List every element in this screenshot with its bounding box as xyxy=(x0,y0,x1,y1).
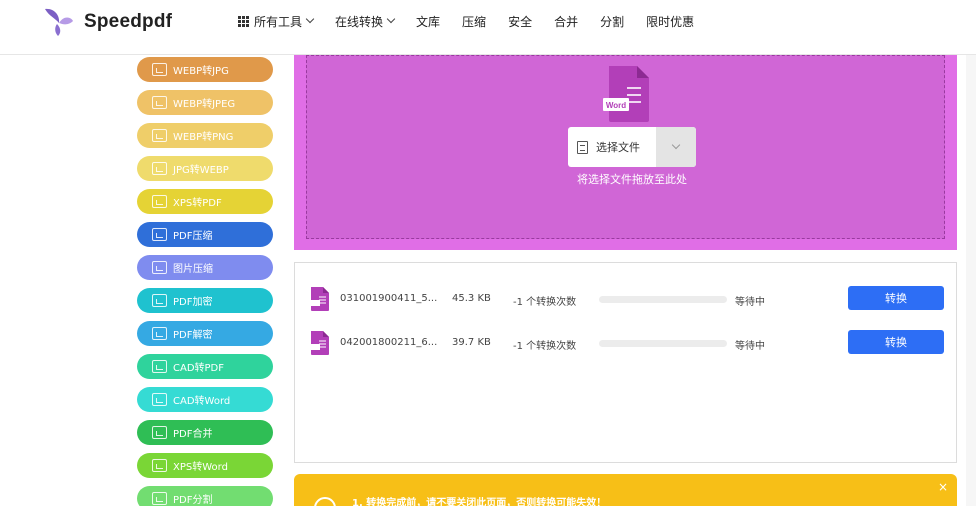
progress-bar xyxy=(599,296,727,303)
sidebar-item-11[interactable]: CAD转Word xyxy=(137,387,273,412)
sidebar-item-label: CAD转PDF xyxy=(173,363,225,374)
conversion-count: -1 个转换次数 xyxy=(513,341,577,352)
sidebar-item-8[interactable]: PDF加密 xyxy=(137,288,273,313)
logo[interactable]: Speedpdf xyxy=(40,6,172,38)
file-icon xyxy=(577,140,588,154)
sidebar-item-13[interactable]: XPS转Word xyxy=(137,453,273,478)
drop-hint: 将选择文件拖放至此处 xyxy=(577,173,687,186)
tool-icon xyxy=(152,492,167,505)
select-file-main[interactable]: 选择文件 xyxy=(568,127,656,167)
file-list: 031001900411_5... 45.3 KB -1 个转换次数 等待中 转换 042… xyxy=(294,262,957,463)
tool-icon xyxy=(152,96,167,109)
nav-item-label: 压缩 xyxy=(462,14,487,29)
file-row: 031001900411_5... 45.3 KB -1 个转换次数 等待中 转换 xyxy=(295,284,956,314)
tool-icon xyxy=(152,360,167,373)
sidebar-item-12[interactable]: PDF合并 xyxy=(137,420,273,445)
notice-banner: 1. 转换完成前，请不要关闭此页面，否则转换可能失效！ × xyxy=(294,474,957,506)
nav-item-4[interactable]: 安全 xyxy=(508,12,532,30)
sidebar-item-label: PDF合并 xyxy=(173,429,213,440)
convert-button[interactable]: 转换 xyxy=(848,330,944,354)
sidebar-item-label: WEBP转PNG xyxy=(173,132,234,143)
convert-button[interactable]: 转换 xyxy=(848,286,944,310)
nav-item-label: 所有工具 xyxy=(254,14,303,29)
word-file-icon xyxy=(308,331,329,355)
file-status: 等待中 xyxy=(735,341,765,352)
grid-menu-icon xyxy=(238,15,249,27)
word-file-icon xyxy=(308,287,329,311)
tool-icon xyxy=(152,228,167,241)
nav-item-label: 文库 xyxy=(416,14,441,29)
main-nav: 所有工具 在线转换 文库 压缩 安全 合并 分割 限时优惠 xyxy=(238,12,716,30)
sidebar-item-7[interactable]: 图片压缩 xyxy=(137,255,273,280)
sidebar-item-9[interactable]: PDF解密 xyxy=(137,321,273,346)
logo-text: Speedpdf xyxy=(84,11,173,32)
tool-icon xyxy=(152,459,167,472)
sidebar-item-label: PDF解密 xyxy=(173,330,213,341)
sidebar-item-label: PDF加密 xyxy=(173,297,213,308)
nav-item-2[interactable]: 文库 xyxy=(416,12,440,30)
nav-item-label: 限时优惠 xyxy=(646,14,695,29)
sidebar-item-10[interactable]: CAD转PDF xyxy=(137,354,273,379)
scrollbar[interactable] xyxy=(966,55,976,506)
nav-item-1[interactable]: 在线转换 xyxy=(335,12,396,30)
tool-icon xyxy=(152,393,167,406)
notice-text: 1. 转换完成前，请不要关闭此页面，否则转换可能失效！ xyxy=(352,498,607,506)
word-document-icon: Word xyxy=(603,66,649,122)
sidebar-item-5[interactable]: XPS转PDF xyxy=(137,189,273,214)
file-size: 39.7 KB xyxy=(452,337,491,348)
tool-icon xyxy=(152,195,167,208)
sidebar-item-label: PDF分割 xyxy=(173,495,213,506)
nav-item-label: 安全 xyxy=(508,14,533,29)
select-source-dropdown[interactable] xyxy=(656,127,696,167)
nav-item-label: 分割 xyxy=(600,14,625,29)
nav-item-6[interactable]: 分割 xyxy=(600,12,624,30)
sidebar-item-label: XPS转PDF xyxy=(173,198,222,209)
nav-item-3[interactable]: 压缩 xyxy=(462,12,486,30)
file-name: 042001800211_6... xyxy=(340,337,438,348)
nav-item-label: 在线转换 xyxy=(335,14,384,29)
tool-icon xyxy=(152,261,167,274)
sidebar-item-label: XPS转Word xyxy=(173,462,228,473)
conversion-count: -1 个转换次数 xyxy=(513,297,577,308)
nav-item-label: 合并 xyxy=(554,14,579,29)
info-icon xyxy=(314,497,336,506)
sidebar-item-6[interactable]: PDF压缩 xyxy=(137,222,273,247)
progress-bar xyxy=(599,340,727,347)
word-icon-label: Word xyxy=(606,101,626,110)
select-file-button[interactable]: 选择文件 xyxy=(568,127,696,167)
nav-item-5[interactable]: 合并 xyxy=(554,12,578,30)
butterfly-logo-icon xyxy=(45,8,73,36)
select-file-label: 选择文件 xyxy=(596,141,640,154)
top-header: Speedpdf 所有工具 在线转换 文库 压缩 安全 合并 分割 限时优惠 xyxy=(0,0,976,55)
file-status: 等待中 xyxy=(735,297,765,308)
tool-icon xyxy=(152,426,167,439)
tool-icon xyxy=(152,294,167,307)
sidebar-item-2[interactable]: WEBP转JPEG xyxy=(137,90,273,115)
sidebar-item-1[interactable]: WEBP转JPG xyxy=(137,57,273,82)
tool-icon xyxy=(152,129,167,142)
chevron-down-icon xyxy=(386,14,396,24)
sidebar-item-4[interactable]: JPG转WEBP xyxy=(137,156,273,181)
sidebar-item-14[interactable]: PDF分割 xyxy=(137,486,273,506)
sidebar-item-label: 图片压缩 xyxy=(173,264,213,275)
chevron-down-icon xyxy=(305,14,315,24)
sidebar-item-3[interactable]: WEBP转PNG xyxy=(137,123,273,148)
nav-item-0[interactable]: 所有工具 xyxy=(238,12,315,30)
file-name: 031001900411_5... xyxy=(340,293,438,304)
sidebar-item-label: JPG转WEBP xyxy=(173,165,229,176)
tool-icon xyxy=(152,162,167,175)
sidebar-item-label: PDF压缩 xyxy=(173,231,213,242)
sidebar-item-label: WEBP转JPG xyxy=(173,66,229,77)
file-size: 45.3 KB xyxy=(452,293,491,304)
close-icon[interactable]: × xyxy=(938,480,948,494)
nav-item-7[interactable]: 限时优惠 xyxy=(646,12,694,30)
chevron-down-icon xyxy=(671,140,681,150)
file-row: 042001800211_6... 39.7 KB -1 个转换次数 等待中 转换 xyxy=(295,328,956,358)
sidebar-item-label: CAD转Word xyxy=(173,396,231,407)
tool-icon xyxy=(152,63,167,76)
tool-icon xyxy=(152,327,167,340)
sidebar-item-label: WEBP转JPEG xyxy=(173,99,236,110)
